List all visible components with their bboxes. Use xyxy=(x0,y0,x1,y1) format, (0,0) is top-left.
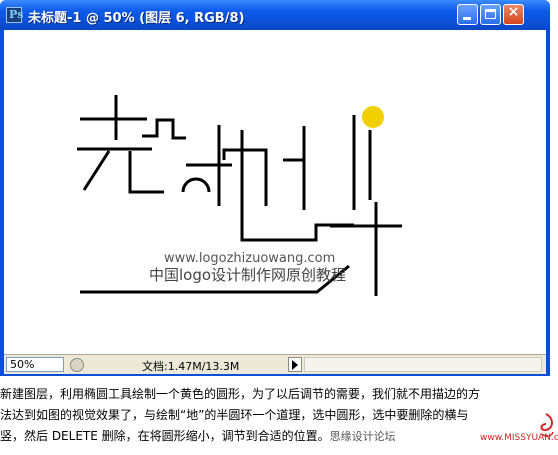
title-bar[interactable]: Ps 未标题-1 @ 50% (图层 6, RGB/8) × xyxy=(0,0,550,30)
window-title: 未标题-1 @ 50% (图层 6, RGB/8) xyxy=(28,11,245,26)
logo-artwork: www.logozhizuowang.com 中国logo设计制作网原创教程 xyxy=(77,95,402,296)
document-window: Ps 未标题-1 @ 50% (图层 6, RGB/8) × www.logoz… xyxy=(0,0,550,376)
horizontal-scrollbar[interactable] xyxy=(304,357,542,372)
artwork-watermark-url: www.logozhizuowang.com xyxy=(164,251,335,266)
logo-stroke xyxy=(240,130,354,242)
maximize-button[interactable] xyxy=(480,4,501,25)
logo-stroke xyxy=(82,150,111,191)
swirl-logo-icon xyxy=(540,413,554,437)
caption-line-text: 竖，然后 DELETE 删除，在将圆形缩小，调节到合适的位置。 xyxy=(0,429,330,443)
close-icon: × xyxy=(507,4,520,20)
forum-watermark: 思缘设计论坛 xyxy=(329,430,396,443)
artwork-watermark-text: 中国logo设计制作网原创教程 xyxy=(149,266,346,284)
minimize-icon xyxy=(463,17,471,20)
tutorial-caption: 新建图层，利用椭圆工具绘制一个黄色的圆形，为了以后调节的需要，我们就不用描边的方… xyxy=(0,384,558,447)
logo-stroke xyxy=(128,151,164,194)
app-icon-letter: Ps xyxy=(9,8,24,21)
status-bar: 50% 文档:1.47M/13.3M xyxy=(4,354,546,374)
logo-stroke xyxy=(142,118,186,140)
navigator-icon[interactable] xyxy=(70,358,84,372)
logo-stroke xyxy=(222,148,268,206)
yellow-circle xyxy=(362,106,384,128)
play-arrow-icon xyxy=(292,360,298,370)
caption-line: 新建图层，利用椭圆工具绘制一个黄色的圆形，为了以后调节的需要，我们就不用描边的方 xyxy=(0,387,481,401)
caption-line: 法达到如图的视觉效果了，与绘制“地”的半圆环一个道理，选中圆形，选中要删除的横与 xyxy=(0,408,469,422)
minimize-button[interactable] xyxy=(457,4,478,25)
close-button[interactable]: × xyxy=(503,4,524,25)
caption-line: 竖，然后 DELETE 删除，在将圆形缩小，调节到合适的位置。思缘设计论坛 xyxy=(0,426,558,447)
document-size-info: 文档:1.47M/13.3M xyxy=(142,360,240,373)
logo-stroke xyxy=(181,177,211,193)
zoom-input[interactable]: 50% xyxy=(6,357,64,372)
photoshop-document-icon[interactable]: Ps xyxy=(6,7,24,23)
document-canvas[interactable]: www.logozhizuowang.com 中国logo设计制作网原创教程 xyxy=(4,30,546,354)
status-menu-button[interactable] xyxy=(288,357,302,372)
maximize-icon xyxy=(485,9,496,19)
